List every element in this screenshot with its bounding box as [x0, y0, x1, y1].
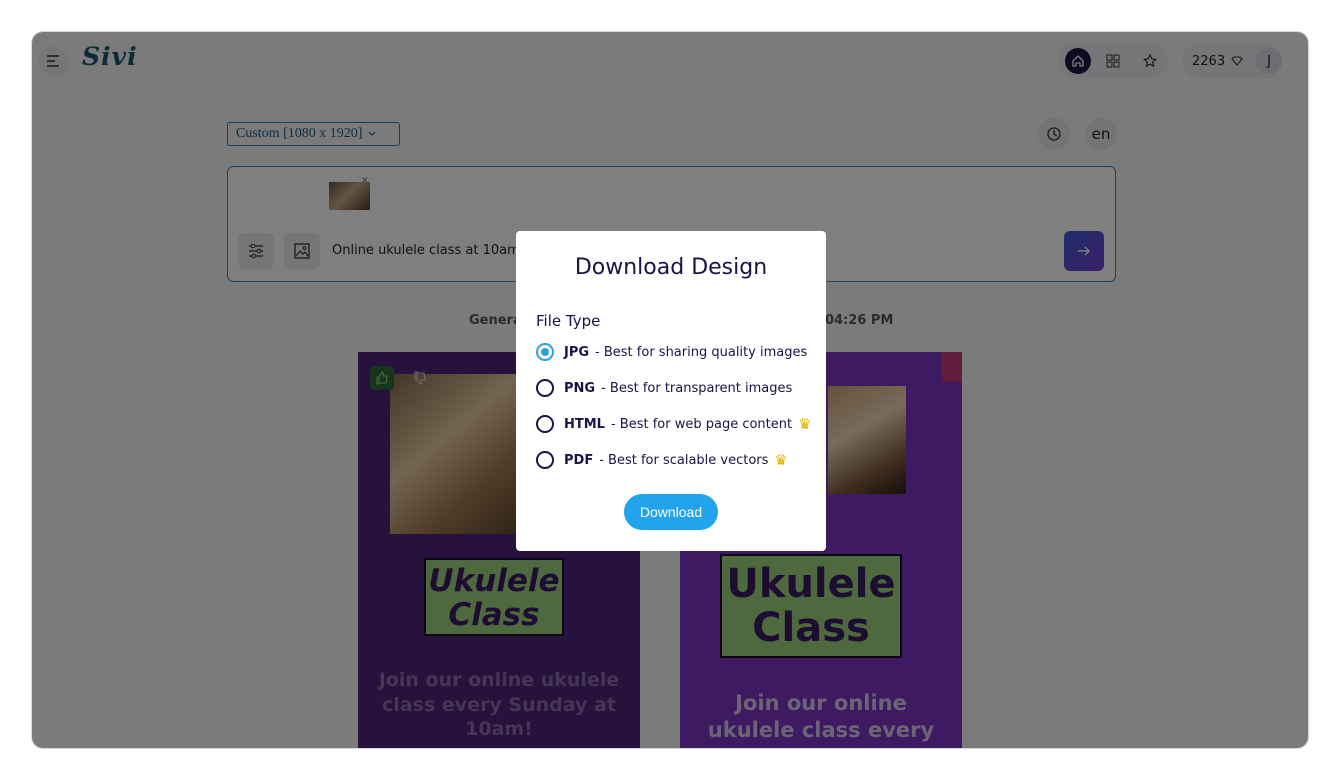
radio-png[interactable] [536, 379, 554, 397]
crown-icon: ♛ [774, 451, 788, 469]
app-window: Sivi 2263 J Custom [1080 x 1920] en ✕ [31, 31, 1309, 749]
option-desc: - Best for sharing quality images [595, 344, 808, 360]
option-desc: - Best for scalable vectors [599, 452, 769, 468]
option-key: JPG [564, 344, 590, 360]
download-modal: Download Design File Type JPG - Best for… [516, 231, 826, 551]
option-html[interactable]: HTML - Best for web page content ♛ [536, 414, 812, 434]
option-desc: - Best for transparent images [601, 380, 793, 396]
option-key: PDF [564, 452, 594, 468]
option-png[interactable]: PNG - Best for transparent images [536, 378, 792, 398]
option-jpg[interactable]: JPG - Best for sharing quality images [536, 342, 807, 362]
file-type-label: File Type [536, 312, 601, 330]
crown-icon: ♛ [798, 415, 812, 433]
modal-title: Download Design [574, 255, 768, 280]
radio-html[interactable] [536, 415, 554, 433]
option-desc: - Best for web page content [610, 416, 793, 432]
radio-pdf[interactable] [536, 451, 554, 469]
option-key: HTML [564, 416, 605, 432]
option-pdf[interactable]: PDF - Best for scalable vectors ♛ [536, 450, 788, 470]
radio-jpg[interactable] [536, 343, 554, 361]
download-button[interactable]: Download [624, 494, 718, 530]
option-key: PNG [564, 380, 596, 396]
